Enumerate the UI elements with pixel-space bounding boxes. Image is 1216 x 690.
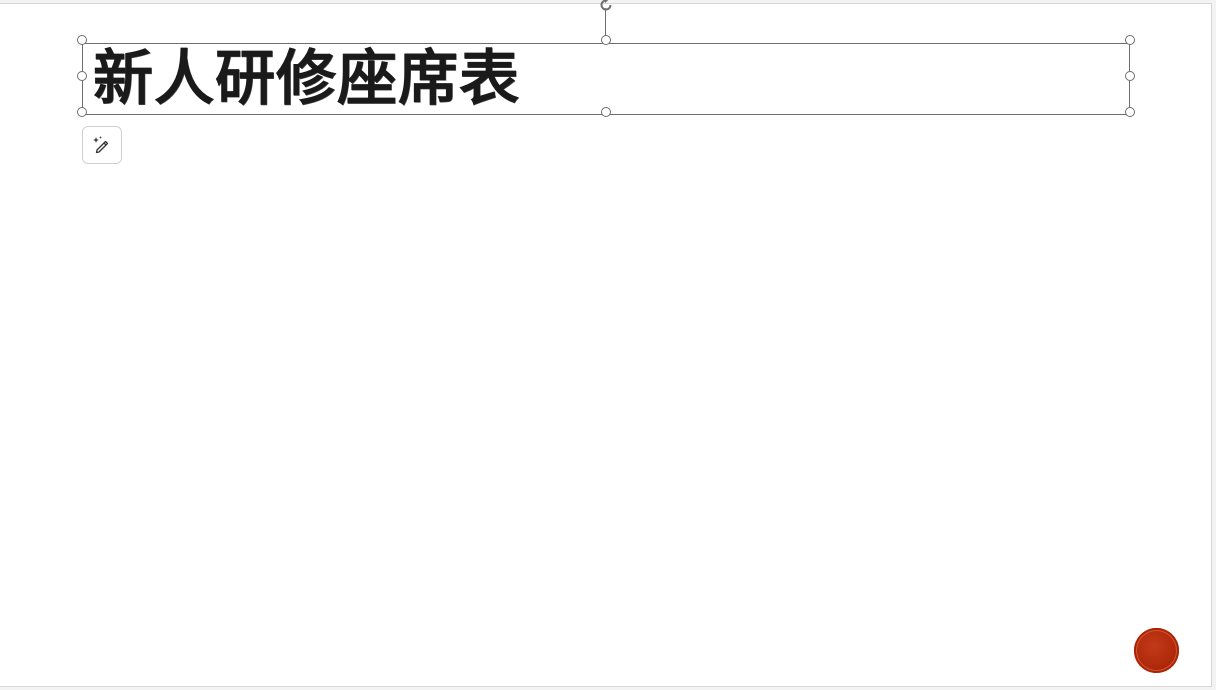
resize-handle-left[interactable] — [77, 71, 87, 81]
red-seal-logo — [1134, 628, 1179, 673]
resize-handle-top-left[interactable] — [77, 35, 87, 45]
slide[interactable]: 新人研修座席表 — [0, 0, 1212, 687]
slide-title[interactable]: 新人研修座席表 — [93, 44, 520, 114]
resize-handle-bottom-right[interactable] — [1125, 107, 1135, 117]
resize-handle-bottom[interactable] — [601, 107, 611, 117]
title-placeholder[interactable]: 新人研修座席表 — [82, 43, 1130, 115]
resize-handle-right[interactable] — [1125, 71, 1135, 81]
resize-handle-top[interactable] — [601, 35, 611, 45]
designer-button[interactable] — [82, 126, 122, 164]
pen-sparkle-icon — [93, 136, 109, 154]
resize-handle-top-right[interactable] — [1125, 35, 1135, 45]
resize-handle-bottom-left[interactable] — [77, 107, 87, 117]
rotate-icon[interactable] — [597, 0, 615, 14]
editor-canvas: 新人研修座席表 — [0, 0, 1216, 690]
